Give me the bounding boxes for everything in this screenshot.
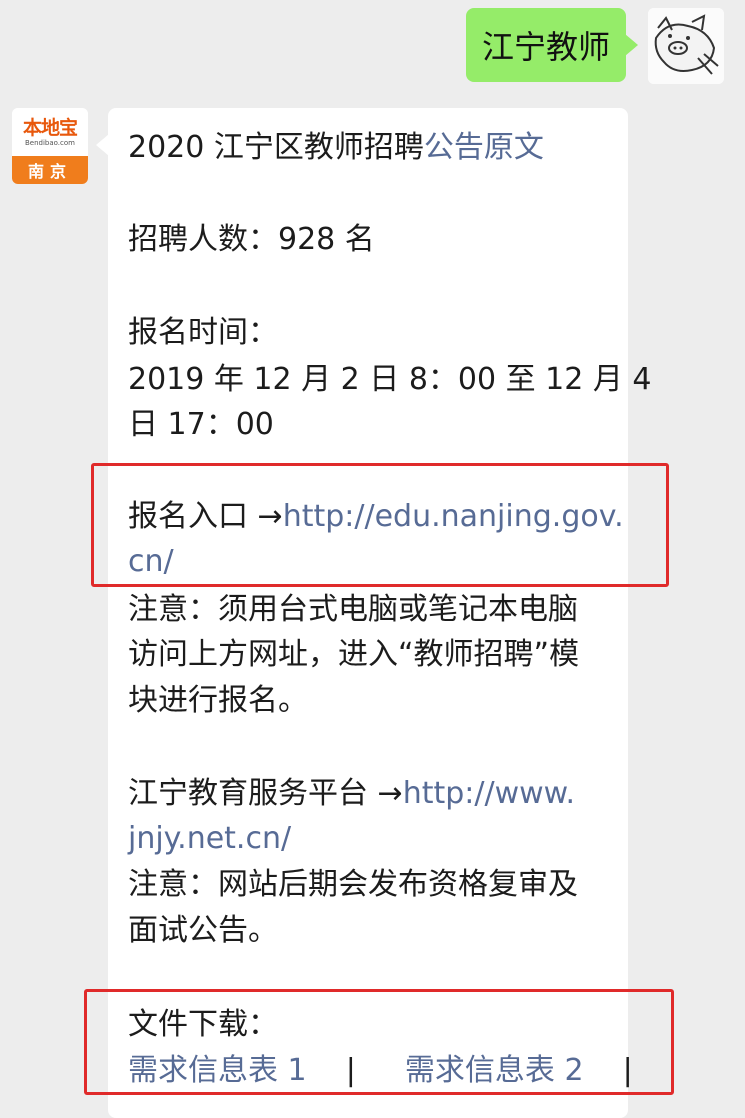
sender-avatar[interactable]: 本地宝 Bendibao.com 南京 xyxy=(12,108,88,184)
register-time-label: 报名时间： xyxy=(128,315,278,350)
logo-city-label: 南京 xyxy=(12,156,88,184)
download-label: 文件下载： xyxy=(128,1007,278,1042)
register-time-line-1: 2019 年 12 月 2 日 8：00 至 12 月 4 xyxy=(128,362,652,397)
entry-link[interactable]: http://edu.nanjing.gov. xyxy=(283,499,624,534)
bendibao-logo: 本地宝 Bendibao.com xyxy=(12,108,88,156)
logo-main-text: 本地宝 xyxy=(22,116,78,139)
download-link-1[interactable]: 需求信息表 1 xyxy=(128,1053,307,1088)
note-2-line-1: 注意：网站后期会发布资格复审及 xyxy=(128,867,578,902)
message-title: 2020 江宁区教师招聘公告原文 xyxy=(128,128,544,168)
entry-line: 报名入口 →http://edu.nanjing.gov. xyxy=(128,497,624,537)
register-time-line-2: 日 17：00 xyxy=(128,407,274,442)
download-link-2[interactable]: 需求信息表 2 xyxy=(405,1053,584,1088)
separator: | xyxy=(345,1053,356,1088)
platform-link[interactable]: http://www. xyxy=(403,776,575,811)
title-text: 2020 江宁区教师招聘 xyxy=(128,130,424,165)
logo-sub-text: Bendibao.com xyxy=(24,138,75,147)
announcement-link[interactable]: 公告原文 xyxy=(424,130,544,165)
recruit-count: 招聘人数：928 名 xyxy=(128,222,375,257)
note-2-line-2: 面试公告。 xyxy=(128,913,278,948)
platform-link-continued[interactable]: jnjy.net.cn/ xyxy=(128,819,291,859)
pig-sketch-icon xyxy=(648,8,724,84)
my-avatar[interactable] xyxy=(648,8,724,84)
entry-label: 报名入口 → xyxy=(128,499,283,534)
platform-label: 江宁教育服务平台 → xyxy=(128,776,403,811)
download-links-row: 需求信息表 1 | 需求信息表 2 | xyxy=(128,1051,633,1091)
note-1-line-3: 块进行报名。 xyxy=(128,683,308,718)
sent-message-bubble[interactable]: 江宁教师 xyxy=(466,8,638,82)
entry-link-continued[interactable]: cn/ xyxy=(128,542,174,582)
platform-line: 江宁教育服务平台 →http://www. xyxy=(128,774,575,814)
note-1-line-2: 访问上方网址，进入“教师招聘”模 xyxy=(128,637,580,672)
sent-message-text: 江宁教师 xyxy=(481,28,610,66)
separator: | xyxy=(622,1053,633,1088)
note-1-line-1: 注意：须用台式电脑或笔记本电脑 xyxy=(128,592,578,627)
